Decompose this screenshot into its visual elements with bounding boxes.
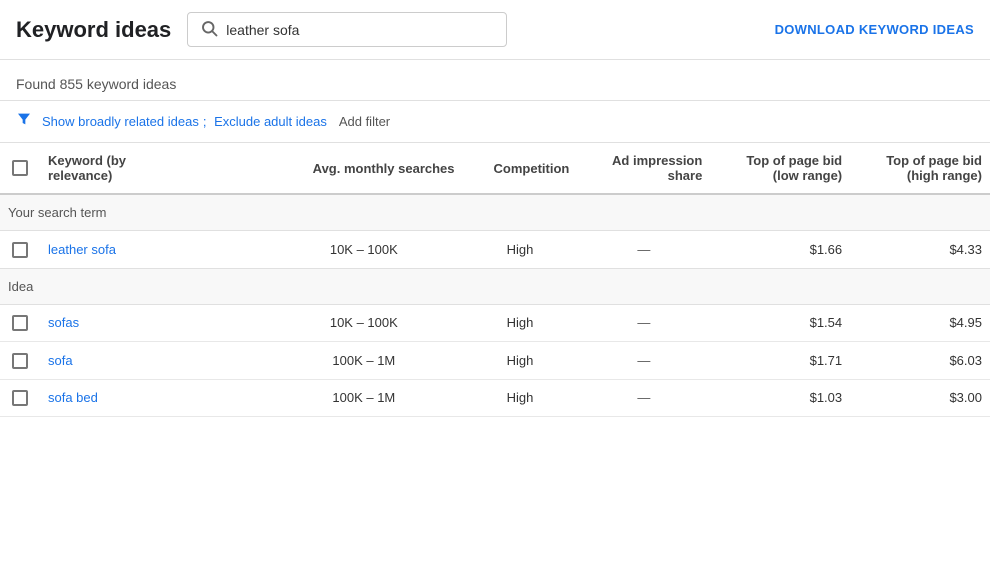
row-competition: High	[463, 304, 578, 342]
row-competition: High	[463, 379, 578, 417]
search-box	[187, 12, 507, 47]
table-row: sofas10K – 100KHigh—$1.54$4.95	[0, 304, 990, 342]
row-ad-impression: —	[577, 379, 710, 417]
row-top-bid-low: $1.03	[710, 379, 850, 417]
row-checkbox[interactable]	[12, 315, 28, 331]
download-button[interactable]: DOWNLOAD KEYWORD IDEAS	[775, 22, 974, 37]
header-top-bid-low: Top of page bid(low range)	[710, 143, 850, 194]
section-header-row: Idea	[0, 268, 990, 304]
header: Keyword ideas DOWNLOAD KEYWORD IDEAS	[0, 0, 990, 60]
filter-separator: ;	[203, 114, 207, 129]
row-avg-monthly: 10K – 100K	[265, 304, 462, 342]
row-top-bid-low: $1.71	[710, 342, 850, 380]
filter-bar: Show broadly related ideas; Exclude adul…	[0, 101, 990, 143]
page-title: Keyword ideas	[16, 17, 171, 43]
row-avg-monthly: 100K – 1M	[265, 379, 462, 417]
row-ad-impression: —	[577, 304, 710, 342]
table-row: sofa100K – 1MHigh—$1.71$6.03	[0, 342, 990, 380]
table-row: sofa bed100K – 1MHigh—$1.03$3.00	[0, 379, 990, 417]
row-checkbox-cell	[0, 342, 40, 380]
row-checkbox-cell	[0, 231, 40, 269]
search-icon	[200, 19, 218, 40]
row-competition: High	[463, 342, 578, 380]
table-header-row: Keyword (byrelevance) Avg. monthly searc…	[0, 143, 990, 194]
row-keyword[interactable]: sofa bed	[40, 379, 265, 417]
header-competition: Competition	[463, 143, 578, 194]
row-keyword[interactable]: sofa	[40, 342, 265, 380]
header-keyword: Keyword (byrelevance)	[40, 143, 265, 194]
row-avg-monthly: 100K – 1M	[265, 342, 462, 380]
select-all-checkbox[interactable]	[12, 160, 28, 176]
row-top-bid-high: $4.95	[850, 304, 990, 342]
row-top-bid-high: $6.03	[850, 342, 990, 380]
filter-icon	[16, 111, 32, 132]
row-avg-monthly: 10K – 100K	[265, 231, 462, 269]
row-checkbox[interactable]	[12, 353, 28, 369]
row-checkbox-cell	[0, 304, 40, 342]
row-checkbox-cell	[0, 379, 40, 417]
row-checkbox[interactable]	[12, 242, 28, 258]
header-checkbox-cell	[0, 143, 40, 194]
header-ad-impression: Ad impressionshare	[577, 143, 710, 194]
header-avg-monthly: Avg. monthly searches	[265, 143, 462, 194]
row-keyword[interactable]: leather sofa	[40, 231, 265, 269]
table-row: leather sofa10K – 100KHigh—$1.66$4.33	[0, 231, 990, 269]
row-top-bid-low: $1.66	[710, 231, 850, 269]
found-bar: Found 855 keyword ideas	[0, 60, 990, 101]
row-top-bid-high: $3.00	[850, 379, 990, 417]
row-checkbox[interactable]	[12, 390, 28, 406]
row-ad-impression: —	[577, 342, 710, 380]
header-top-bid-high: Top of page bid(high range)	[850, 143, 990, 194]
search-input[interactable]	[226, 22, 494, 38]
section-header-row: Your search term	[0, 194, 990, 231]
row-top-bid-low: $1.54	[710, 304, 850, 342]
broadly-related-filter[interactable]: Show broadly related ideas	[42, 114, 199, 129]
add-filter-button[interactable]: Add filter	[339, 114, 390, 129]
row-top-bid-high: $4.33	[850, 231, 990, 269]
row-keyword[interactable]: sofas	[40, 304, 265, 342]
found-count: Found 855 keyword ideas	[16, 76, 176, 92]
row-ad-impression: —	[577, 231, 710, 269]
keyword-table: Keyword (byrelevance) Avg. monthly searc…	[0, 143, 990, 417]
row-competition: High	[463, 231, 578, 269]
exclude-adult-filter[interactable]: Exclude adult ideas	[214, 114, 327, 129]
